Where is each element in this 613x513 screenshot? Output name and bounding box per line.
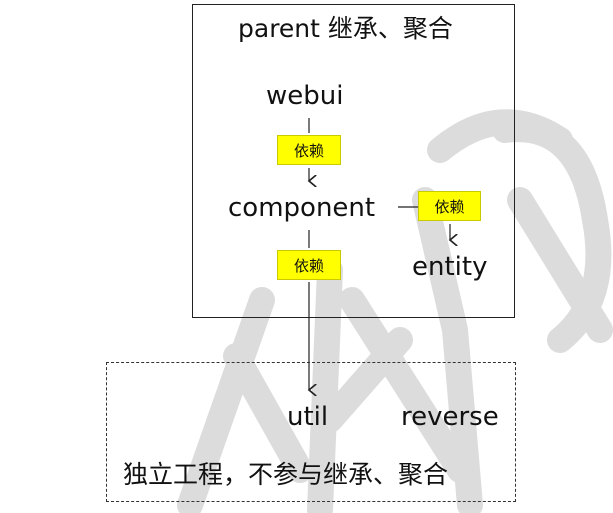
- dependency-diagram: parent 继承、聚合 webui component entity 依赖 依…: [0, 0, 613, 513]
- dependency-tag-component-entity: 依赖: [418, 191, 481, 221]
- dependency-tag-component-util: 依赖: [277, 250, 341, 280]
- module-reverse: reverse: [401, 402, 499, 432]
- module-component: component: [228, 193, 376, 223]
- independent-group-caption: 独立工程，不参与继承、聚合: [123, 460, 449, 489]
- module-entity: entity: [412, 252, 488, 282]
- module-util: util: [287, 402, 329, 432]
- dependency-tag-webui-component: 依赖: [277, 135, 341, 165]
- module-webui: webui: [266, 81, 344, 111]
